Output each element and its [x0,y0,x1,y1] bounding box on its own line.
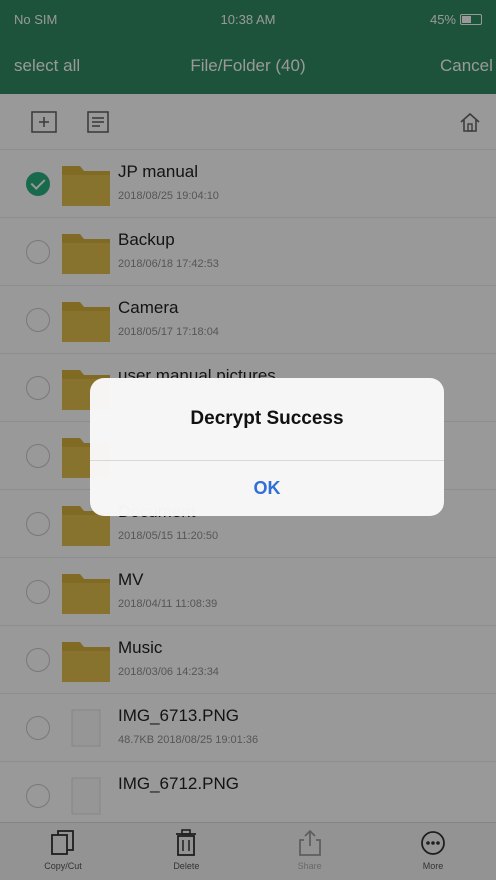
decrypt-success-dialog: Decrypt Success OK [90,378,444,516]
ok-button[interactable]: OK [90,461,444,516]
dialog-title: Decrypt Success [190,408,344,429]
